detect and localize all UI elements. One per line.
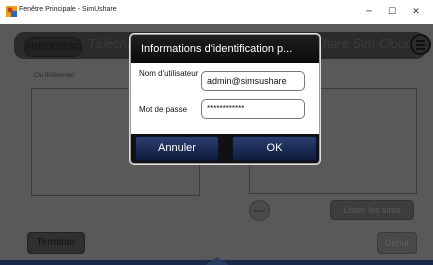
minimize-button[interactable]: ─ (361, 4, 377, 20)
maximize-button[interactable]: ☐ (384, 4, 400, 20)
title-bar: Fenêtre Principale - SimUshare ─ ☐ ✕ (0, 0, 433, 24)
dialog-header: Informations d'identification p... (131, 35, 319, 63)
app-icon (6, 6, 17, 17)
password-field[interactable]: ************ (201, 99, 305, 119)
ok-button[interactable]: OK (232, 136, 317, 161)
menu-icon[interactable] (410, 34, 431, 55)
close-button[interactable]: ✕ (408, 4, 424, 20)
dialog-title: Informations d'identification p... (141, 43, 293, 55)
username-label: Nom d'utilisateur (139, 69, 199, 78)
page-title-right: hare Sim Cloud (323, 36, 413, 51)
start-button[interactable]: Début (377, 232, 417, 254)
username-field[interactable]: admin@simsushare (201, 71, 305, 91)
remove-icon[interactable] (249, 200, 270, 221)
page-title-left: Télécha (88, 36, 135, 51)
finish-button[interactable]: Terminer (27, 232, 85, 254)
window-title: Fenêtre Principale - SimUshare (19, 6, 117, 13)
password-label: Mot de passe (139, 105, 188, 114)
credentials-dialog: Informations d'identification p... Nom d… (130, 34, 320, 164)
reference-label: Clu Référentiel (34, 73, 74, 79)
cancel-button[interactable]: Annuler (135, 136, 219, 161)
list-sims-button[interactable]: Lister les sims (330, 200, 414, 220)
main-window: Fenêtre Principale - SimUshare ─ ☐ ✕ PRE… (0, 0, 433, 265)
back-button[interactable]: PRECEDENT (24, 37, 82, 57)
